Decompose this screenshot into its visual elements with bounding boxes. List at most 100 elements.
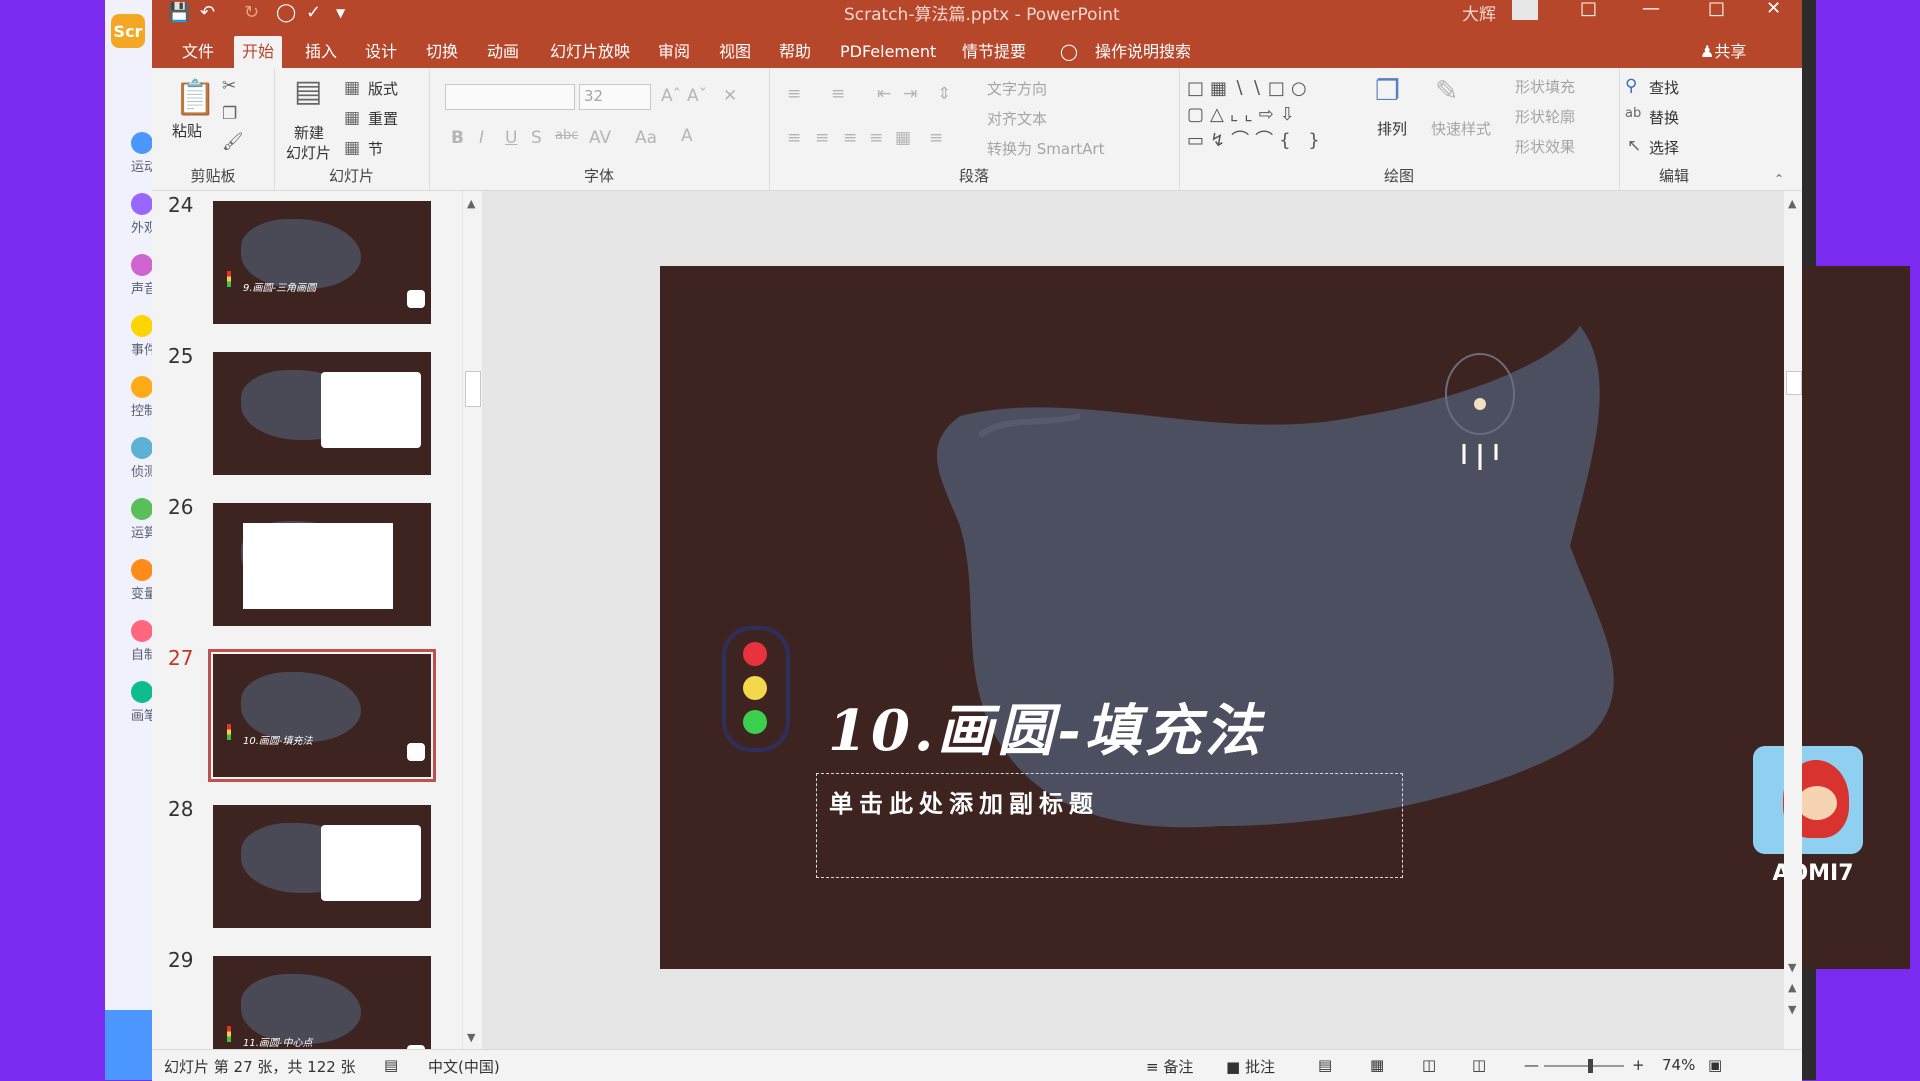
new-slide-label-1[interactable]: 新建 <box>294 122 324 143</box>
slide-scrollbar[interactable]: ▲ ▼ ▲ ▼ <box>1784 191 1802 1049</box>
scratch-category[interactable]: 运算 <box>105 498 153 558</box>
tab-review[interactable]: 审阅 <box>650 36 698 68</box>
slide-thumbnail[interactable] <box>213 503 431 626</box>
scratch-category[interactable]: 变量 <box>105 559 153 619</box>
align-center-icon[interactable]: ≡ <box>815 128 829 148</box>
comments-button[interactable]: ■ 批注 <box>1226 1056 1275 1077</box>
minimize-icon[interactable]: — <box>1642 0 1660 19</box>
redo-icon[interactable]: ↻ <box>244 2 259 23</box>
tab-file[interactable]: 文件 <box>174 36 222 68</box>
font-size-select[interactable]: 32 <box>579 84 651 110</box>
increase-font-icon[interactable]: Aˆ <box>661 86 681 106</box>
zoom-out-icon[interactable]: — <box>1524 1056 1539 1074</box>
slide-sorter-icon[interactable]: ▦ <box>1370 1056 1384 1074</box>
scratch-category[interactable]: 声音 <box>105 254 153 314</box>
find-icon[interactable]: ⚲ <box>1625 76 1637 96</box>
normal-view-icon[interactable]: ▤ <box>1318 1056 1332 1074</box>
section-icon[interactable]: ▦ <box>344 138 360 158</box>
slideshow-view-icon[interactable]: ◫ <box>1472 1056 1486 1074</box>
bullets-icon[interactable]: ≡ <box>787 84 801 104</box>
previous-slide-icon[interactable]: ▲ <box>1788 981 1796 994</box>
arrange-icon[interactable]: ❐ <box>1375 74 1400 107</box>
slide-title[interactable]: 10.画圆-填充法 <box>828 686 1265 767</box>
paste-button[interactable]: 粘贴 <box>172 120 202 141</box>
tab-pdfelement[interactable]: PDFelement <box>832 36 944 68</box>
shadow-icon[interactable]: S <box>531 128 542 148</box>
line-spacing-icon[interactable]: ⇕ <box>937 84 951 104</box>
replace-icon[interactable]: ab <box>1625 106 1641 121</box>
scratch-category[interactable]: 侦测 <box>105 437 153 497</box>
reset-button[interactable]: 重置 <box>368 108 398 129</box>
customize-quick-access-icon[interactable]: ▼ <box>336 6 345 20</box>
new-slide-label-2[interactable]: 幻灯片 <box>286 142 331 163</box>
scratch-category[interactable]: 外观 <box>105 193 153 253</box>
clear-format-icon[interactable]: ✕ <box>723 86 737 106</box>
format-painter-icon[interactable]: 🖌 <box>222 132 244 152</box>
slide-scroll-thumb[interactable] <box>1786 371 1802 395</box>
select-icon[interactable]: ↖ <box>1627 136 1641 156</box>
zoom-slider[interactable] <box>1544 1059 1624 1073</box>
shapes-gallery[interactable]: □▦∖∖□○ ▢△⌞⌞⇨⇩ ▭↯⌒⌒{ } <box>1187 76 1357 156</box>
tab-insert[interactable]: 插入 <box>297 36 345 68</box>
justify-icon[interactable]: ≡ <box>869 128 883 148</box>
scratch-category[interactable]: 运动 <box>105 132 153 192</box>
bold-icon[interactable]: B <box>451 128 464 148</box>
thumbnail-scrollbar[interactable]: ▲ ▼ <box>462 191 481 1049</box>
scroll-down-icon[interactable]: ▼ <box>467 1031 475 1044</box>
align-right-icon[interactable]: ≡ <box>843 128 857 148</box>
fit-to-window-icon[interactable]: ▣ <box>1708 1056 1722 1074</box>
numbering-icon[interactable]: ≡ <box>831 84 845 104</box>
decrease-indent-icon[interactable]: ⇤ <box>877 84 891 104</box>
notes-button[interactable]: ≡ 备注 <box>1146 1056 1193 1077</box>
select-button[interactable]: 选择 <box>1649 137 1679 158</box>
tab-animations[interactable]: 动画 <box>479 36 527 68</box>
scratch-extension-button[interactable] <box>105 1010 152 1080</box>
thumbnail-scroll-thumb[interactable] <box>465 371 481 407</box>
tell-me-search[interactable]: 操作说明搜索 <box>1087 36 1199 68</box>
replace-button[interactable]: 替换 <box>1649 107 1679 128</box>
shape-outline-button[interactable]: 形状轮廓 <box>1515 106 1575 127</box>
user-avatar[interactable] <box>1512 0 1538 20</box>
reading-view-icon[interactable]: ◫ <box>1422 1056 1436 1074</box>
underline-icon[interactable]: U <box>505 128 517 148</box>
spelling-status-icon[interactable]: ▤ <box>384 1056 398 1074</box>
quick-styles-icon[interactable]: ✎ <box>1435 74 1458 107</box>
start-slideshow-icon[interactable]: ◯ <box>276 2 296 23</box>
undo-icon[interactable]: ↶ <box>200 2 215 23</box>
layout-icon[interactable]: ▦ <box>344 78 360 98</box>
current-slide[interactable]: 10.画圆-填充法 单击此处添加副标题 AOMI7 <box>660 266 1910 969</box>
text-direction-button[interactable]: 文字方向 <box>987 78 1047 99</box>
next-slide-icon[interactable]: ▼ <box>1788 1003 1796 1016</box>
zoom-in-icon[interactable]: + <box>1632 1056 1645 1074</box>
change-case-icon[interactable]: Aa <box>635 128 657 148</box>
scratch-category[interactable]: 自制积木 <box>105 620 153 680</box>
scroll-up-icon[interactable]: ▲ <box>1788 197 1796 210</box>
section-button[interactable]: 节 <box>368 138 383 159</box>
layout-button[interactable]: 版式 <box>368 78 398 99</box>
distribute-icon[interactable]: ▦ <box>895 128 911 148</box>
save-icon[interactable]: 💾 <box>168 2 190 23</box>
tab-view[interactable]: 视图 <box>711 36 759 68</box>
maximize-icon[interactable]: □ <box>1708 0 1725 19</box>
tab-storyboarding[interactable]: 情节提要 <box>954 36 1034 68</box>
tab-slideshow[interactable]: 幻灯片放映 <box>542 36 638 68</box>
convert-smartart-button[interactable]: 转换为 SmartArt <box>987 138 1104 159</box>
paste-icon[interactable]: 📋 <box>174 78 216 118</box>
slide-thumbnail[interactable]: 9.画圆-三角画圆 <box>213 201 431 324</box>
slide-thumbnail[interactable] <box>213 805 431 928</box>
shape-fill-button[interactable]: 形状填充 <box>1515 76 1575 97</box>
decrease-font-icon[interactable]: Aˇ <box>687 86 707 106</box>
scratch-category[interactable]: 控制 <box>105 376 153 436</box>
close-icon[interactable]: ✕ <box>1766 0 1781 19</box>
slide-thumbnail[interactable] <box>213 352 431 475</box>
arrange-button[interactable]: 排列 <box>1377 118 1407 139</box>
tab-transitions[interactable]: 切换 <box>418 36 466 68</box>
align-left-icon[interactable]: ≡ <box>787 128 801 148</box>
spelling-icon[interactable]: ✓ <box>306 2 321 23</box>
increase-indent-icon[interactable]: ⇥ <box>903 84 917 104</box>
collapse-ribbon-icon[interactable]: ⌃ <box>1774 172 1784 186</box>
tab-design[interactable]: 设计 <box>357 36 405 68</box>
quick-styles-button[interactable]: 快速样式 <box>1431 118 1491 139</box>
align-text-button[interactable]: 对齐文本 <box>987 108 1047 129</box>
scroll-up-icon[interactable]: ▲ <box>467 197 475 210</box>
